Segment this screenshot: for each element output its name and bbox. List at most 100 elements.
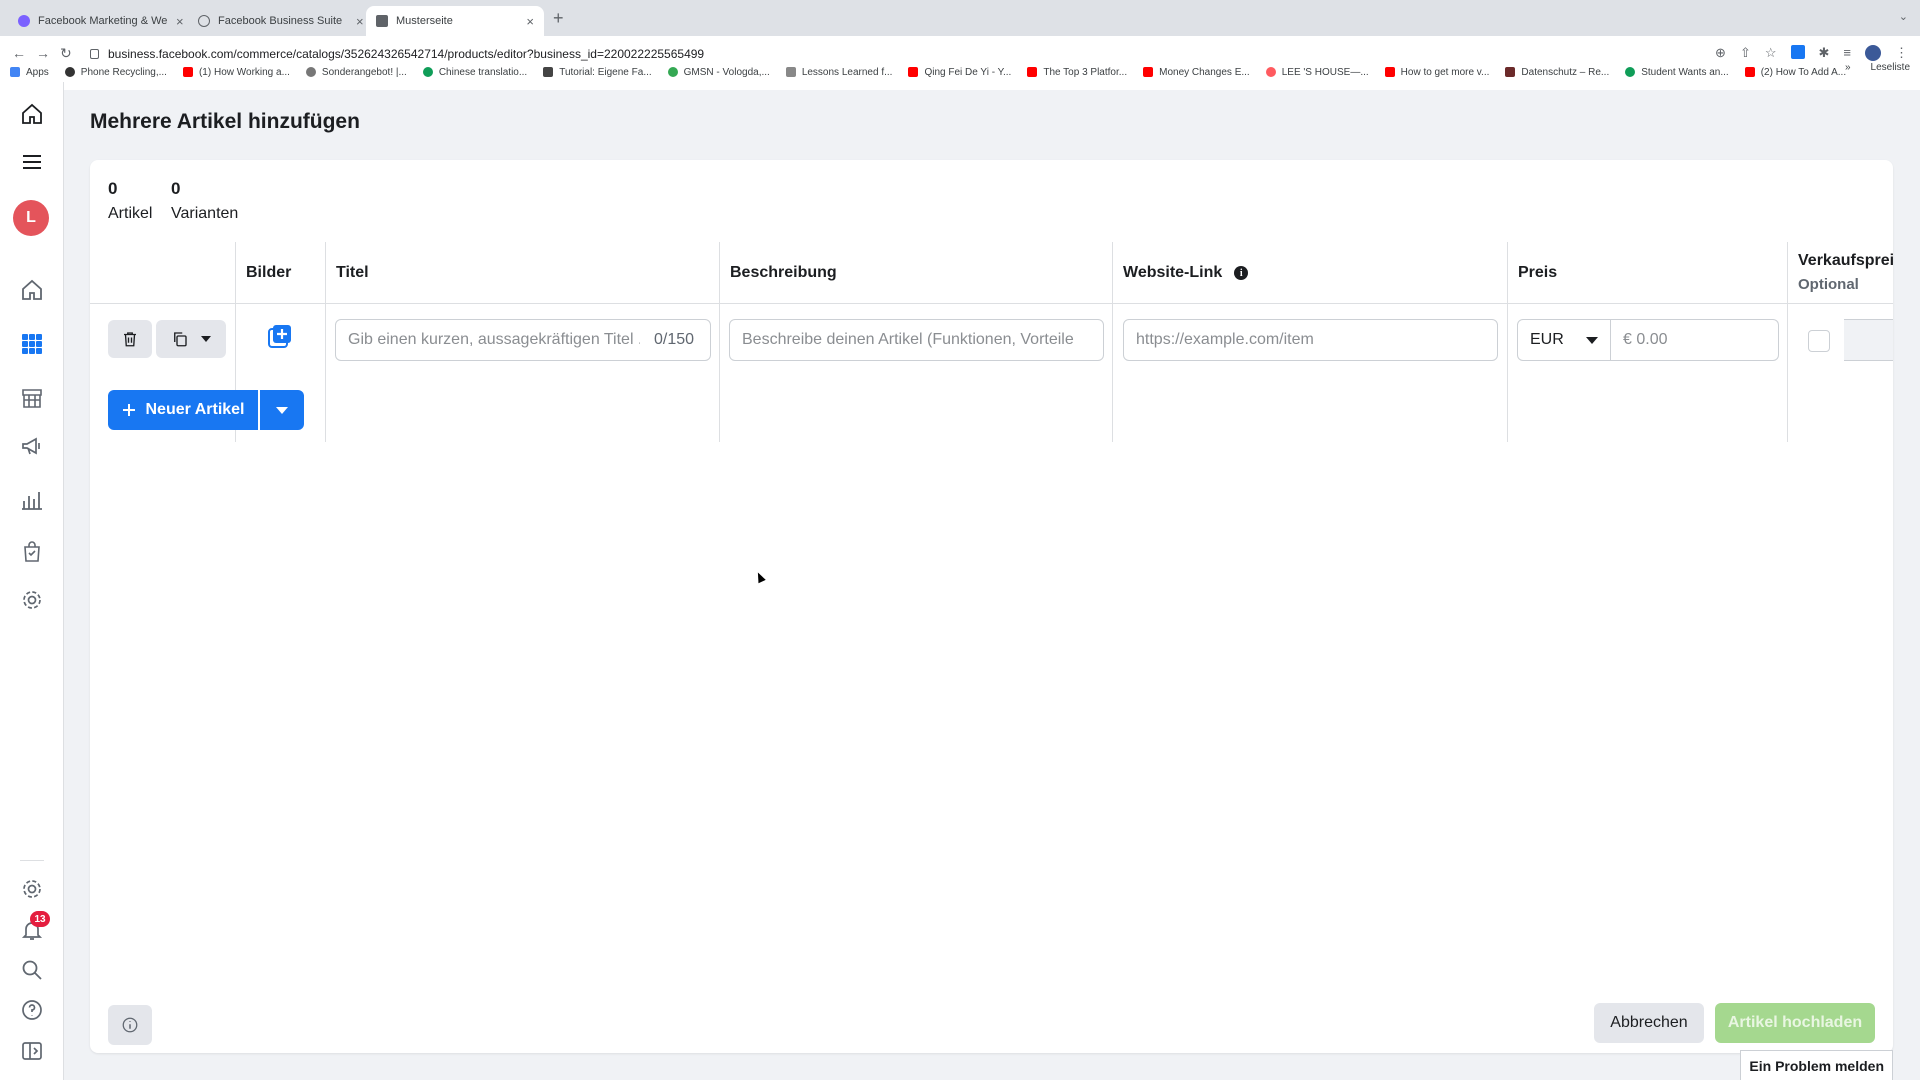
column-header-price: Preis [1518, 264, 1558, 281]
currency-select[interactable]: EUR [1517, 319, 1611, 361]
shop-storefront-icon[interactable] [20, 386, 44, 410]
bookmark-favicon-icon [64, 67, 75, 77]
duplicate-row-button[interactable] [156, 320, 226, 358]
browser-tabbar: Facebook Marketing & Werbe... × Facebook… [0, 0, 1920, 36]
website-link-input[interactable] [1123, 319, 1498, 361]
account-avatar[interactable]: L [13, 200, 49, 236]
trash-icon [124, 332, 136, 347]
help-question-icon[interactable] [20, 998, 44, 1022]
info-button[interactable] [108, 1005, 152, 1045]
hashtag-icon [543, 67, 554, 77]
insights-bar-chart-icon[interactable] [20, 488, 44, 512]
cancel-button[interactable]: Abbrechen [1594, 1003, 1704, 1043]
tab-title: Musterseite [396, 15, 453, 27]
facebook-extension-icon[interactable] [1790, 45, 1805, 59]
back-arrow-icon[interactable]: ← [12, 45, 26, 61]
stat-variants-count: 0 [171, 179, 181, 198]
megaphone-ads-icon[interactable] [20, 434, 44, 458]
column-header-sale-price-optional: Optional [1798, 276, 1859, 293]
bookmark-item[interactable]: Phone Recycling,... [64, 67, 167, 78]
url-text: business.facebook.com/commerce/catalogs/… [108, 47, 705, 61]
bookmark-item[interactable]: The Top 3 Platfor... [1027, 67, 1127, 78]
settings-gear-icon[interactable] [20, 588, 44, 612]
search-icon[interactable] [20, 958, 44, 982]
share-icon[interactable]: ⇧ [1740, 45, 1751, 61]
puzzle-extension-icon[interactable]: ✱ [1819, 45, 1830, 61]
profile-avatar-icon[interactable] [1865, 45, 1881, 61]
caret-down-icon [201, 336, 211, 342]
tab-favicon-icon [18, 15, 30, 27]
bookmark-item[interactable]: Tutorial: Eigene Fa... [543, 67, 652, 78]
notification-badge: 13 [30, 911, 50, 927]
new-item-label: Neuer Artikel [145, 401, 245, 418]
media-control-icon[interactable]: ≡ [1843, 45, 1851, 61]
browser-extension-icons: ⊕ ⇧ ☆ ✱ ≡ ⋮ [1715, 45, 1908, 61]
menu-hamburger-icon[interactable] [20, 150, 44, 174]
bookmark-item[interactable]: (2) How To Add A... [1744, 67, 1846, 78]
tab-search-chevron-icon[interactable]: ⌄ [1899, 10, 1908, 23]
bookmark-item[interactable]: (1) How Working a... [182, 67, 290, 78]
add-image-icon[interactable] [266, 324, 292, 350]
currency-value: EUR [1530, 331, 1564, 348]
bookmarks-right: » Leseliste [1845, 62, 1910, 73]
table-header: Bilder Titel Beschreibung Website-Link i… [90, 242, 1893, 304]
reading-list[interactable]: Leseliste [1871, 62, 1910, 73]
bookmark-item[interactable]: Qing Fei De Yi - Y... [908, 67, 1011, 78]
all-tools-grid-icon[interactable] [20, 332, 44, 356]
bookmark-item[interactable]: LEE 'S HOUSE—... [1265, 67, 1369, 78]
close-icon[interactable]: × [526, 14, 534, 29]
meta-home-icon[interactable] [20, 102, 44, 126]
browser-tab-marketing[interactable]: Facebook Marketing & Werbe... × [8, 6, 194, 36]
commerce-bag-icon[interactable] [20, 540, 44, 564]
more-bookmarks-chevron[interactable]: » [1845, 62, 1851, 73]
browser-tab-musterseite[interactable]: Musterseite × [366, 6, 544, 36]
youtube-icon [908, 67, 919, 77]
upload-items-button-disabled: Artikel hochladen [1715, 1003, 1875, 1043]
column-header-sale-price: Verkaufspreis Optional [1788, 242, 1893, 304]
page-title: Mehrere Artikel hinzufügen [90, 110, 360, 133]
airbnb-icon [1265, 67, 1276, 77]
stat-items-label: Artikel [108, 205, 153, 222]
browser-tab-business-suite[interactable]: Facebook Business Suite × [188, 6, 374, 36]
bookmark-apps[interactable]: Apps [10, 67, 49, 78]
youtube-icon [1027, 67, 1038, 77]
tab-title: Facebook Business Suite [218, 15, 343, 27]
delete-row-button[interactable] [108, 320, 152, 358]
forward-arrow-icon[interactable]: → [36, 45, 50, 61]
bookmark-item[interactable]: Money Changes E... [1143, 67, 1250, 78]
stat-variants: 0 Varianten [171, 179, 238, 223]
caret-down-icon [1586, 336, 1598, 344]
description-input[interactable] [729, 319, 1104, 361]
new-tab-plus-icon[interactable]: + [553, 8, 564, 29]
youtube-icon [1143, 67, 1154, 77]
bookmark-item[interactable]: How to get more v... [1384, 67, 1489, 78]
new-item-options-button[interactable] [260, 390, 304, 430]
collapse-sidebar-icon[interactable] [20, 1039, 44, 1063]
report-problem-button[interactable]: Ein Problem melden [1740, 1050, 1893, 1080]
browser-menu-icon[interactable]: ⋮ [1895, 45, 1908, 61]
bookmark-item[interactable]: Student Wants an... [1625, 67, 1729, 78]
lock-icon [90, 49, 99, 59]
bulk-items-editor-card: 0 Artikel 0 Varianten Bilder Titel Besch… [90, 160, 1893, 1053]
bookmark-item[interactable]: Chinese translatio... [422, 67, 527, 78]
youtube-icon [1744, 67, 1755, 77]
reload-icon[interactable]: ↻ [60, 45, 72, 62]
column-header-website-label: Website-Link [1123, 264, 1223, 281]
bookmark-item[interactable]: GMSN - Vologda,... [667, 67, 770, 78]
plus-icon [122, 404, 135, 416]
zoom-icon[interactable]: ⊕ [1715, 45, 1726, 61]
bookmark-item[interactable]: Datenschutz – Re... [1505, 67, 1609, 78]
home-icon[interactable] [20, 278, 44, 302]
settings-gear-icon[interactable] [20, 877, 44, 901]
sale-price-checkbox[interactable] [1808, 330, 1830, 352]
close-icon[interactable]: × [176, 14, 184, 29]
bookmark-item[interactable]: Lessons Learned f... [785, 67, 892, 78]
column-header-website: Website-Link i [1113, 242, 1249, 304]
new-item-button[interactable]: Neuer Artikel [108, 390, 258, 430]
info-icon[interactable]: i [1234, 266, 1249, 280]
price-input[interactable] [1611, 319, 1779, 361]
bookmark-item[interactable]: Sonderangebot! |... [305, 67, 407, 78]
close-icon[interactable]: × [356, 14, 364, 29]
bookmark-star-icon[interactable]: ☆ [1765, 45, 1777, 61]
left-navigation-rail: L 13 [0, 82, 64, 1080]
